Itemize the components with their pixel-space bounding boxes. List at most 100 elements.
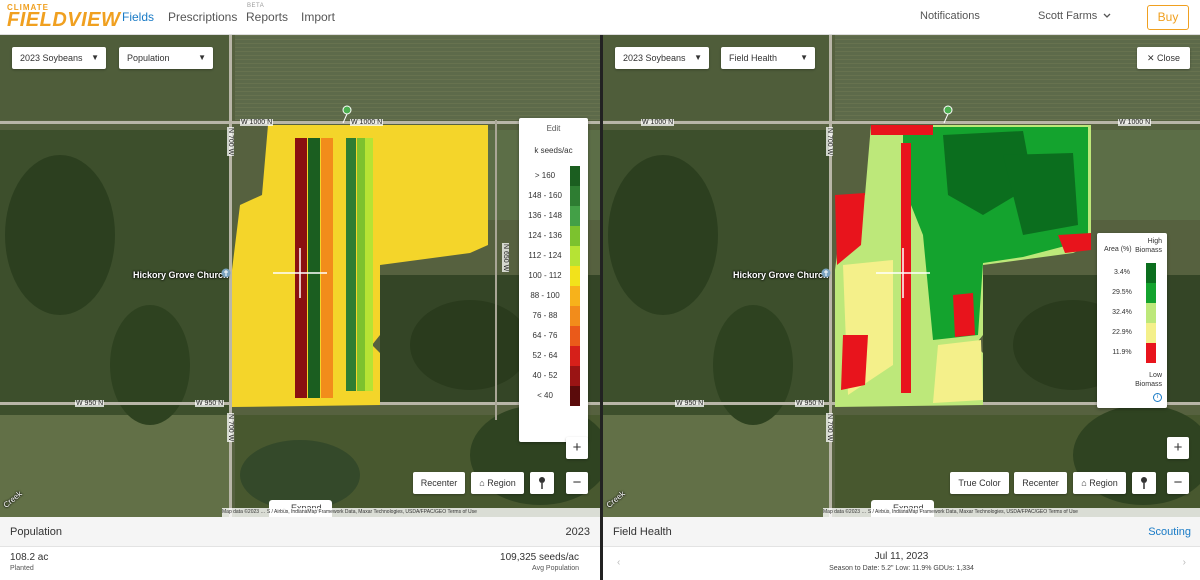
season-info: Season to Date: 5.2" Low: 11.9% GDUs: 1,… (829, 565, 974, 572)
legend-high-label: High Biomass (1135, 238, 1162, 254)
region-icon: ⌂ (479, 478, 488, 488)
legend-swatch (570, 346, 580, 366)
road-label: N 650 W (502, 243, 509, 273)
season-select-value: 2023 Soybeans (623, 53, 686, 63)
legend-range-label: < 40 (537, 391, 553, 400)
field-health-summary: Field Health Scouting ‹ Jul 11, 2023 Sea… (603, 517, 1200, 580)
region-button[interactable]: ⌂ Region (1073, 472, 1126, 494)
legend-low-label: Low Biomass (1135, 372, 1162, 388)
pin-icon (539, 477, 545, 489)
legend-range-label: 148 - 160 (528, 191, 562, 200)
notifications-link[interactable]: Notifications (920, 10, 980, 22)
road-label: N 700 W (227, 413, 234, 443)
imagery-date: Jul 11, 2023 (874, 551, 929, 562)
population-legend: Edit k seeds/ac > 160 148 - 160 136 - 148 1… (519, 118, 588, 442)
layer-select-value: Population (127, 53, 170, 63)
nav-import[interactable]: Import (301, 10, 335, 24)
legend-swatch (570, 166, 580, 186)
legend-swatch (570, 226, 580, 246)
legend-range-label: 136 - 148 (528, 211, 562, 220)
legend-range-label: 100 - 112 (528, 271, 562, 280)
field-health-legend: Area (%) High Biomass 3.4% 29.5% 32.4% 22.9… (1097, 233, 1167, 408)
summary-header: Population 2023 (0, 517, 600, 547)
summary-header: Field Health Scouting (603, 517, 1200, 547)
nav-prescriptions[interactable]: Prescriptions (168, 10, 237, 24)
legend-swatch (1146, 283, 1156, 303)
legend-units: k seeds/ac (534, 146, 573, 155)
place-label: Hickory Grove Church (733, 270, 829, 280)
population-summary: Population 2023 108.2 ac Planted 109,325… (0, 517, 600, 580)
legend-edit-button[interactable]: Edit (519, 124, 588, 133)
legend-range-label: 64 - 76 (532, 331, 558, 340)
legend-range-label: 40 - 52 (532, 371, 558, 380)
drop-pin-button[interactable] (530, 472, 554, 494)
legend-area-pct: 22.9% (1112, 329, 1132, 336)
true-color-button[interactable]: True Color (950, 472, 1009, 494)
zoom-in-button[interactable]: + (566, 437, 588, 459)
close-compare-button[interactable]: ✕ Close (1137, 47, 1190, 69)
zoom-in-button[interactable]: + (1167, 437, 1189, 459)
legend-swatch (570, 366, 580, 386)
legend-range-label: 76 - 88 (532, 311, 558, 320)
legend-swatch (570, 386, 580, 406)
legend-swatch (570, 286, 580, 306)
account-menu[interactable]: Scott Farms (1038, 10, 1111, 22)
top-nav: CLIMATE FIELDVIEW Fields Prescriptions B… (0, 0, 1200, 35)
nav-fields[interactable]: Fields (122, 10, 154, 24)
road-label: N 700 W (826, 127, 833, 157)
population-map[interactable]: W 1000 N W 1000 N N 700 W N 650 W W 950 … (0, 35, 600, 517)
buy-button[interactable]: Buy (1147, 5, 1189, 30)
recenter-button[interactable]: Recenter (413, 472, 465, 494)
chevron-down-icon (1103, 13, 1111, 18)
satellite-imagery (0, 35, 600, 517)
road-label: W 1000 N (350, 119, 384, 126)
legend-swatch (570, 246, 580, 266)
region-label: Region (487, 478, 516, 488)
layer-select[interactable]: Field Health ▼ (721, 47, 815, 69)
drop-pin-button[interactable] (1132, 472, 1156, 494)
road-label: W 950 N (195, 400, 225, 407)
legend-range-label: > 160 (534, 171, 556, 180)
caret-down-icon: ▼ (694, 53, 702, 62)
region-label: Region (1089, 478, 1118, 488)
nav-reports[interactable]: Reports (246, 10, 288, 24)
legend-swatch (570, 206, 580, 226)
road-label: N 700 W (826, 413, 833, 443)
pin-icon (1141, 477, 1147, 489)
caret-down-icon: ▼ (91, 53, 99, 62)
layer-select[interactable]: Population ▼ (119, 47, 213, 69)
place-label: Hickory Grove Church (133, 270, 229, 280)
map-attribution[interactable]: Map data ©2023 … S / Airbus, IndianaMap … (222, 508, 600, 517)
field-health-map[interactable]: W 1000 N W 1000 N N 700 W W 950 N W 950 … (603, 35, 1200, 517)
road-label: W 1000 N (641, 119, 675, 126)
info-icon[interactable]: i (1153, 393, 1162, 402)
next-date-button[interactable]: › (1183, 557, 1186, 568)
map-attribution[interactable]: Map data ©2023 … S / Airbus, IndianaMap … (823, 508, 1200, 517)
logo-fieldview-text: FIELDVIEW (7, 9, 121, 31)
church-pin-icon (821, 268, 831, 278)
region-button[interactable]: ⌂ Region (471, 472, 524, 494)
fieldview-logo[interactable]: CLIMATE FIELDVIEW (7, 3, 120, 31)
caret-down-icon: ▼ (198, 53, 206, 62)
zoom-out-button[interactable]: − (566, 472, 588, 494)
legend-swatch (1146, 263, 1156, 283)
summary-title: Field Health (613, 526, 672, 538)
legend-range-label: 88 - 100 (530, 291, 560, 300)
summary-year: 2023 (565, 526, 590, 538)
road-label: W 950 N (795, 400, 825, 407)
legend-area-pct: 32.4% (1112, 309, 1132, 316)
region-icon: ⌂ (1081, 478, 1090, 488)
scouting-link[interactable]: Scouting (1148, 526, 1191, 538)
reports-beta-badge: BETA (247, 3, 265, 9)
legend-swatch (570, 306, 580, 326)
zoom-out-button[interactable]: − (1167, 472, 1189, 494)
avg-population-label: Avg Population (532, 565, 579, 572)
legend-range-label: 112 - 124 (528, 251, 562, 260)
avg-population: 109,325 seeds/ac (500, 552, 579, 563)
legend-swatch (1146, 323, 1156, 343)
legend-swatch (570, 186, 580, 206)
close-icon: ✕ (1146, 53, 1158, 63)
recenter-button[interactable]: Recenter (1014, 472, 1067, 494)
season-select[interactable]: 2023 Soybeans ▼ (615, 47, 709, 69)
season-select[interactable]: 2023 Soybeans ▼ (12, 47, 106, 69)
